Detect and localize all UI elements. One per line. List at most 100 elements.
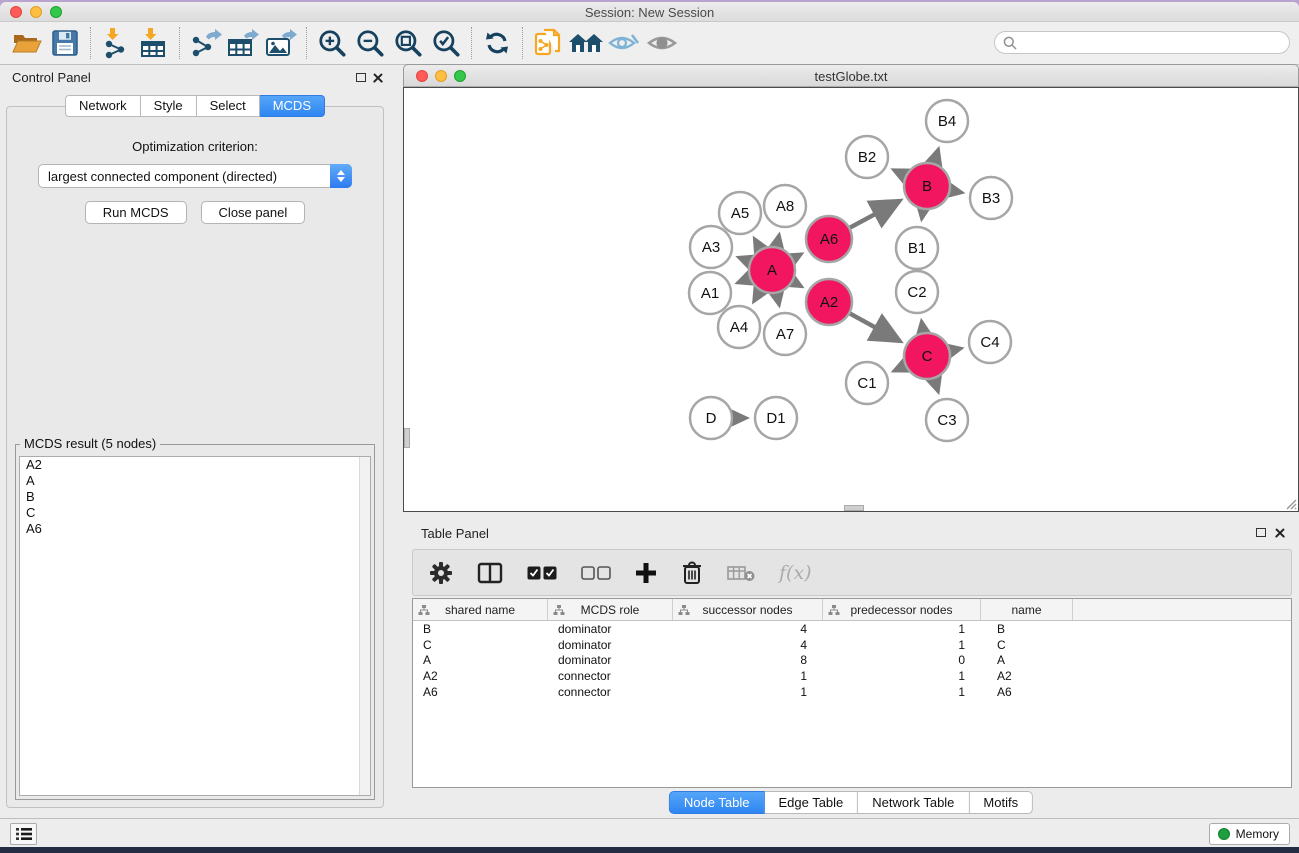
cell-MCDS-role[interactable]: dominator — [548, 653, 673, 667]
result-list-scrollbar[interactable] — [359, 457, 370, 795]
tab-node-table[interactable]: Node Table — [669, 791, 765, 814]
cell-successor-nodes[interactable]: 1 — [673, 685, 823, 699]
edge-A-A5[interactable] — [754, 238, 760, 249]
memory-button[interactable]: Memory — [1209, 823, 1290, 845]
cell-name[interactable]: C — [981, 638, 1073, 652]
tab-network-table[interactable]: Network Table — [858, 791, 969, 814]
node-B1[interactable]: B1 — [896, 227, 938, 269]
edge-A-A6[interactable] — [793, 254, 802, 259]
tab-edge-table[interactable]: Edge Table — [764, 791, 858, 814]
cell-MCDS-role[interactable]: connector — [548, 685, 673, 699]
edge-C-C1[interactable] — [893, 366, 905, 371]
column-header-MCDS-role[interactable]: MCDS role — [548, 599, 673, 620]
node-B4[interactable]: B4 — [926, 100, 968, 142]
cell-name[interactable]: A2 — [981, 669, 1073, 683]
refresh-layout-button[interactable] — [478, 25, 516, 61]
node-B2[interactable]: B2 — [846, 136, 888, 178]
export-network-button[interactable] — [186, 25, 224, 61]
table-row[interactable]: A2connector11A2 — [413, 668, 1291, 684]
cell-MCDS-role[interactable]: connector — [548, 669, 673, 683]
open-session-button[interactable] — [8, 25, 46, 61]
node-B3[interactable]: B3 — [970, 177, 1012, 219]
tab-motifs[interactable]: Motifs — [969, 791, 1033, 814]
cell-successor-nodes[interactable]: 8 — [673, 653, 823, 667]
cell-name[interactable]: A — [981, 653, 1073, 667]
import-network-button[interactable] — [97, 25, 135, 61]
node-table[interactable]: shared nameMCDS rolesuccessor nodesprede… — [412, 598, 1292, 788]
dropdown-stepper[interactable] — [330, 164, 352, 188]
node-A1[interactable]: A1 — [689, 272, 731, 314]
cell-name[interactable]: A6 — [981, 685, 1073, 699]
node-C4[interactable]: C4 — [969, 321, 1011, 363]
search-input[interactable] — [1022, 35, 1272, 50]
table-row[interactable]: A6connector11A6 — [413, 684, 1291, 700]
cell-shared-name[interactable]: C — [413, 638, 548, 652]
edge-C-C2[interactable] — [921, 321, 923, 333]
tab-style[interactable]: Style — [141, 95, 197, 117]
result-item[interactable]: A — [20, 473, 370, 489]
column-header-predecessor-nodes[interactable]: predecessor nodes — [823, 599, 981, 620]
result-item[interactable]: A6 — [20, 521, 370, 537]
zoom-selected-button[interactable] — [427, 25, 465, 61]
close-table-panel-icon[interactable] — [1274, 527, 1286, 539]
edge-A-A8[interactable] — [777, 234, 779, 246]
zoom-fit-button[interactable] — [389, 25, 427, 61]
result-item[interactable]: A2 — [20, 457, 370, 473]
table-row[interactable]: Cdominator41C — [413, 637, 1291, 653]
tab-network[interactable]: Network — [65, 95, 141, 117]
float-panel-icon[interactable] — [356, 73, 366, 82]
edge-B-B2[interactable] — [893, 170, 905, 176]
import-table-button[interactable] — [135, 25, 173, 61]
home-button[interactable] — [567, 25, 605, 61]
edge-A-A3[interactable] — [738, 257, 749, 261]
column-layout-button[interactable] — [477, 561, 503, 585]
task-history-button[interactable] — [10, 823, 37, 845]
run-mcds-button[interactable]: Run MCDS — [85, 201, 187, 224]
edge-B-B1[interactable] — [922, 210, 924, 220]
node-D1[interactable]: D1 — [755, 397, 797, 439]
node-A3[interactable]: A3 — [690, 226, 732, 268]
search-box[interactable] — [994, 31, 1290, 54]
node-A4[interactable]: A4 — [718, 306, 760, 348]
cell-successor-nodes[interactable]: 1 — [673, 669, 823, 683]
edge-A2-C[interactable] — [850, 314, 900, 341]
edge-A-A1[interactable] — [737, 278, 749, 283]
float-table-panel-icon[interactable] — [1256, 528, 1266, 537]
node-A6[interactable]: A6 — [806, 216, 852, 262]
cell-shared-name[interactable]: A2 — [413, 669, 548, 683]
network-graph[interactable]: B4B2BB3B1A5A8A6A3AA1C2A2A4A7C4CC1C3DD1 — [404, 88, 1298, 511]
cell-predecessor-nodes[interactable]: 0 — [823, 653, 981, 667]
node-C3[interactable]: C3 — [926, 399, 968, 441]
mcds-result-list[interactable]: A2ABCA6 — [19, 456, 371, 796]
node-A[interactable]: A — [749, 247, 795, 293]
node-D[interactable]: D — [690, 397, 732, 439]
edge-A6-B[interactable] — [850, 201, 900, 228]
result-item[interactable]: C — [20, 505, 370, 521]
close-panel-button[interactable]: Close panel — [201, 201, 306, 224]
table-row[interactable]: Adominator80A — [413, 653, 1291, 669]
column-header-shared-name[interactable]: shared name — [413, 599, 548, 620]
edge-A-A2[interactable] — [793, 282, 802, 287]
node-A5[interactable]: A5 — [719, 192, 761, 234]
table-row[interactable]: Bdominator41B — [413, 621, 1291, 637]
horizontal-scroll-nub[interactable] — [844, 505, 864, 511]
cell-predecessor-nodes[interactable]: 1 — [823, 669, 981, 683]
edge-A-A7[interactable] — [777, 294, 779, 306]
select-all-button[interactable] — [527, 565, 557, 581]
cell-name[interactable]: B — [981, 622, 1073, 636]
criterion-dropdown[interactable]: largest connected component (directed) — [38, 164, 352, 188]
delete-column-button[interactable] — [681, 561, 703, 585]
node-C2[interactable]: C2 — [896, 271, 938, 313]
resize-grip-icon[interactable] — [1286, 498, 1297, 510]
export-image-button[interactable] — [262, 25, 300, 61]
cell-successor-nodes[interactable]: 4 — [673, 622, 823, 636]
cell-successor-nodes[interactable]: 4 — [673, 638, 823, 652]
cell-shared-name[interactable]: A — [413, 653, 548, 667]
node-C[interactable]: C — [904, 333, 950, 379]
add-column-button[interactable] — [635, 562, 657, 584]
cell-predecessor-nodes[interactable]: 1 — [823, 638, 981, 652]
tab-select[interactable]: Select — [197, 95, 260, 117]
tab-mcds[interactable]: MCDS — [260, 95, 325, 117]
save-session-button[interactable] — [46, 25, 84, 61]
close-panel-icon[interactable] — [372, 72, 384, 84]
